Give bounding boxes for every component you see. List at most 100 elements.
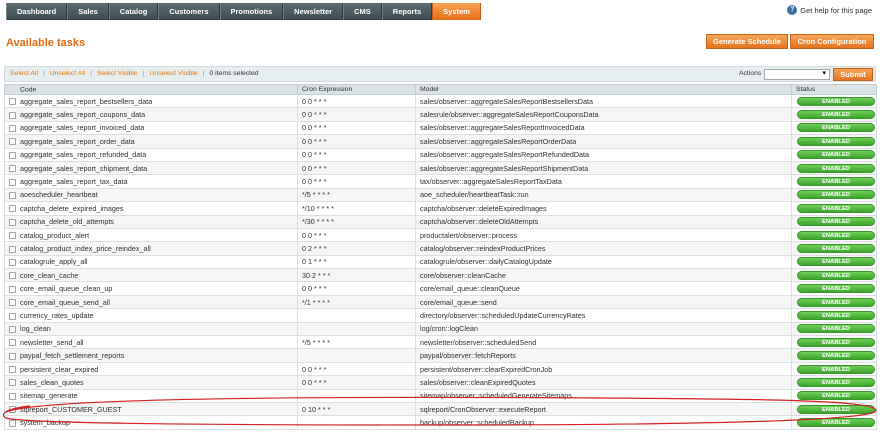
task-code[interactable]: newsletter_send_all [20, 338, 84, 347]
row-checkbox[interactable] [9, 392, 16, 400]
table-row[interactable]: captcha_delete_old_attempts */30 * * * * c… [4, 214, 877, 229]
nav-cms[interactable]: CMS [343, 3, 382, 20]
column-header-status[interactable]: Status [791, 84, 877, 95]
select-visible-link[interactable]: Select Visible [97, 70, 138, 77]
table-row[interactable]: catalog_product_index_price_reindex_all 0… [4, 241, 877, 256]
row-checkbox[interactable] [9, 125, 16, 133]
task-code[interactable]: aggregate_sales_report_coupons_data [20, 110, 145, 119]
table-row[interactable]: aggregate_sales_report_refunded_data 0 0 … [4, 147, 877, 162]
task-code[interactable]: log_clean [20, 324, 51, 333]
table-row[interactable]: aggregate_sales_report_shipment_data 0 0 … [4, 160, 877, 176]
task-code[interactable]: aggregate_sales_report_tax_data [20, 177, 128, 186]
table-row[interactable]: sqlreport_CUSTOMER_GUEST 0 10 * * * sqlrep… [4, 401, 877, 417]
generate-schedule-button[interactable]: Generate Schedule [706, 34, 788, 49]
table-row[interactable]: aoescheduler_heartbeat */5 * * * * aoe_sch… [4, 187, 877, 203]
row-checkbox[interactable] [9, 379, 16, 387]
row-checkbox[interactable] [9, 299, 16, 307]
table-row[interactable]: sales_clean_quotes 0 0 * * * sales/observe… [4, 375, 877, 390]
table-row[interactable]: aggregate_sales_report_invoiced_data 0 0 … [4, 120, 877, 136]
table-row[interactable]: aggregate_sales_report_order_data 0 0 * *… [4, 134, 877, 149]
nav-sales[interactable]: Sales [67, 3, 109, 20]
task-code[interactable]: captcha_delete_old_attempts [20, 217, 114, 226]
task-code[interactable]: paypal_fetch_settlement_reports [20, 351, 124, 360]
task-code[interactable]: aggregate_sales_report_order_data [20, 137, 135, 146]
task-code[interactable]: sitemap_generate [20, 391, 78, 400]
table-row[interactable]: aggregate_sales_report_coupons_data 0 0 *… [4, 107, 877, 122]
table-row[interactable]: captcha_delete_expired_images */10 * * * … [4, 201, 877, 216]
table-row[interactable]: aggregate_sales_report_tax_data 0 0 * * *… [4, 174, 877, 189]
table-row[interactable]: catalogrule_apply_all 0 1 * * * catalogrul… [4, 254, 877, 270]
task-code[interactable]: catalog_product_index_price_reindex_all [20, 244, 151, 253]
row-checkbox[interactable] [9, 232, 16, 240]
nav-catalog[interactable]: Catalog [108, 3, 159, 20]
task-code[interactable]: aoescheduler_heartbeat [20, 190, 98, 199]
table-row[interactable]: sitemap_generate sitemap/observer::schedu… [4, 388, 877, 403]
table-row[interactable]: system_backup backup/observer::scheduledB… [4, 415, 877, 430]
unselect-all-link[interactable]: Unselect All [50, 70, 86, 77]
row-checkbox[interactable] [9, 138, 16, 146]
task-code[interactable]: catalogrule_apply_all [20, 257, 88, 266]
task-code[interactable]: persistent_clear_expired [20, 365, 98, 374]
row-checkbox[interactable] [9, 245, 16, 253]
row-checkbox[interactable] [9, 406, 16, 414]
row-checkbox[interactable] [9, 178, 16, 186]
row-checkbox[interactable] [9, 339, 16, 347]
nav-promotions[interactable]: Promotions [219, 3, 284, 20]
nav-system[interactable]: System [432, 3, 481, 20]
table-row[interactable]: aggregate_sales_report_bestsellers_data 0… [4, 93, 877, 109]
task-code[interactable]: sales_clean_quotes [20, 378, 84, 387]
actions-select[interactable]: ▾ [764, 69, 830, 80]
table-row[interactable]: newsletter_send_all */5 * * * * newsletter… [4, 335, 877, 350]
help-link[interactable]: ? Get help for this page [787, 5, 872, 15]
task-code[interactable]: catalog_product_alert [20, 231, 89, 240]
table-row[interactable]: core_clean_cache 30 2 * * * core/observer:… [4, 268, 877, 283]
cron-configuration-button[interactable]: Cron Configuration [790, 34, 874, 49]
table-row[interactable]: core_email_queue_send_all */1 * * * * core… [4, 294, 877, 310]
row-checkbox[interactable] [9, 218, 16, 226]
submit-button[interactable]: Submit [833, 68, 873, 81]
row-checkbox[interactable] [9, 325, 16, 333]
row-checkbox[interactable] [9, 312, 16, 320]
task-code[interactable]: aggregate_sales_report_invoiced_data [20, 123, 144, 132]
unselect-visible-link[interactable]: Unselect Visible [149, 70, 197, 77]
table-row[interactable]: paypal_fetch_settlement_reports paypal/ob… [4, 348, 877, 363]
column-header-cron[interactable]: Cron Expression [297, 84, 416, 95]
row-checkbox[interactable] [9, 419, 16, 427]
row-checkbox[interactable] [9, 352, 16, 360]
cell-status: ENABLED [791, 174, 877, 189]
table-row[interactable]: catalog_product_alert 0 0 * * * productale… [4, 227, 877, 243]
task-code[interactable]: aggregate_sales_report_shipment_data [20, 164, 147, 173]
nav-customers[interactable]: Customers [158, 3, 220, 20]
task-code[interactable]: core_email_queue_clean_up [20, 284, 112, 293]
task-code[interactable]: aggregate_sales_report_bestsellers_data [20, 97, 152, 106]
row-checkbox[interactable] [9, 366, 16, 374]
column-header-model[interactable]: Model [415, 84, 792, 95]
row-checkbox[interactable] [9, 98, 16, 106]
cell-status: ENABLED [791, 281, 877, 296]
row-checkbox[interactable] [9, 151, 16, 159]
task-code[interactable]: currency_rates_update [20, 311, 94, 320]
table-row[interactable]: log_clean log/cron::logClean ENABLED [4, 321, 877, 337]
task-code[interactable]: captcha_delete_expired_images [20, 204, 124, 213]
nav-dashboard[interactable]: Dashboard [6, 3, 68, 20]
table-row[interactable]: currency_rates_update directory/observer:… [4, 308, 877, 323]
task-code[interactable]: aggregate_sales_report_refunded_data [20, 150, 146, 159]
row-checkbox[interactable] [9, 258, 16, 266]
table-row[interactable]: persistent_clear_expired 0 0 * * * persist… [4, 361, 877, 377]
row-checkbox[interactable] [9, 111, 16, 119]
task-code[interactable]: sqlreport_CUSTOMER_GUEST [20, 405, 122, 414]
table-row[interactable]: core_email_queue_clean_up 0 0 * * * core/e… [4, 281, 877, 296]
row-checkbox[interactable] [9, 192, 16, 200]
row-checkbox[interactable] [9, 165, 16, 173]
row-checkbox[interactable] [9, 272, 16, 280]
nav-newsletter[interactable]: Newsletter [283, 3, 344, 20]
nav-reports[interactable]: Reports [381, 3, 433, 20]
task-code[interactable]: core_clean_cache [20, 271, 78, 280]
task-code[interactable]: core_email_queue_send_all [20, 298, 110, 307]
select-all-link[interactable]: Select All [10, 70, 38, 77]
task-code[interactable]: system_backup [20, 418, 70, 427]
column-header-code[interactable]: Code [4, 84, 298, 95]
cell-cron-expression [297, 348, 416, 363]
row-checkbox[interactable] [9, 285, 16, 293]
row-checkbox[interactable] [9, 205, 16, 213]
